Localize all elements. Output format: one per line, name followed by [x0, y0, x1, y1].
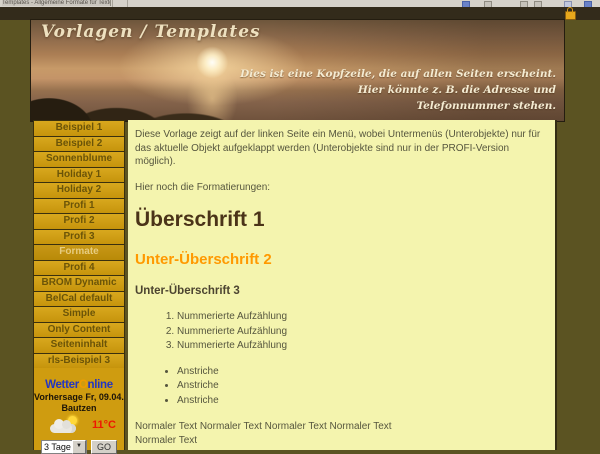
heading-3: Unter-Überschrift 3 [135, 285, 545, 297]
heading-1: Überschrift 1 [135, 208, 545, 232]
forecast-date-label: Vorhersage Fr, 09.04. [34, 392, 124, 402]
forecast-range-select[interactable]: 3 Tage ▼ [41, 440, 87, 454]
dune-grass-silhouette [31, 73, 231, 121]
sidebar-item-beispiel-2[interactable]: Beispiel 2 [34, 137, 124, 153]
sidebar-menu: Beispiel 1 Beispiel 2 Sonnenblume Holida… [33, 120, 125, 369]
cloud-icon [50, 424, 76, 433]
toolbar-divider [127, 0, 128, 7]
sidebar-item-profi-1[interactable]: Profi 1 [34, 199, 124, 215]
weather-widget: WetterOnline Vorhersage Fr, 09.04. Bautz… [33, 368, 125, 450]
sidebar-item-belcal-default[interactable]: BelCal default [34, 292, 124, 308]
go-button[interactable]: GO [91, 440, 117, 454]
toolbar-divider [112, 0, 113, 7]
normal-text-line-1: Normaler Text Normaler Text Normaler Tex… [135, 420, 545, 434]
logo-letter-o: O [79, 379, 88, 391]
forecast-city-label: Bautzen [34, 403, 124, 413]
weather-condition-row: 11°C [34, 415, 124, 437]
bullet-list-item: Anstriche [177, 394, 545, 409]
logo-text-wetter: Wetter [45, 379, 79, 391]
numbered-list-item: Nummerierte Aufzählung [177, 325, 545, 340]
header-tagline: Dies ist eine Kopfzeile, die auf allen S… [240, 67, 556, 114]
page-title: Vorlagen / Templates [41, 22, 261, 42]
numbered-list: Nummerierte Aufzählung Nummerierte Aufzä… [161, 310, 545, 354]
tagline-line: Hier könnte z. B. die Adresse und [240, 83, 556, 99]
intro-paragraph: Diese Vorlage zeigt auf der linken Seite… [135, 128, 545, 169]
sidebar-item-beispiel-1[interactable]: Beispiel 1 [34, 121, 124, 137]
bullet-list-item: Anstriche [177, 365, 545, 380]
temperature-value: 11°C [92, 419, 116, 431]
lock-icon[interactable] [565, 11, 576, 20]
numbered-list-item: Nummerierte Aufzählung [177, 310, 545, 325]
numbered-list-item: Nummerierte Aufzählung [177, 339, 545, 354]
bullet-list-item: Anstriche [177, 379, 545, 394]
cloud-sun-icon [50, 417, 80, 433]
sidebar-item-sonnenblume[interactable]: Sonnenblume [34, 152, 124, 168]
logo-text-nline: nline [88, 379, 113, 391]
formats-line: Hier noch die Formatierungen: [135, 181, 545, 195]
forecast-range-value: 3 Tage [42, 442, 72, 452]
header-banner: Vorlagen / Templates Dies ist eine Kopfz… [30, 19, 565, 122]
heading-2: Unter-Überschrift 2 [135, 251, 545, 268]
wetteronline-logo[interactable]: WetterOnline [34, 379, 124, 391]
sidebar-item-profi-3[interactable]: Profi 3 [34, 230, 124, 246]
main-content: Diese Vorlage zeigt auf der linken Seite… [128, 120, 557, 450]
normal-text-line-2: Normaler Text [135, 434, 545, 448]
bullet-list: Anstriche Anstriche Anstriche [161, 365, 545, 409]
tagline-line: Dies ist eine Kopfzeile, die auf allen S… [240, 67, 556, 83]
sidebar-item-formate[interactable]: Formate [34, 245, 124, 261]
dropdown-arrow-icon[interactable]: ▼ [72, 440, 86, 454]
sidebar-item-profi-4[interactable]: Profi 4 [34, 261, 124, 277]
sidebar-item-simple[interactable]: Simple [34, 307, 124, 323]
browser-window-title: Templates - Allgemeine Formate für Texte… [2, 0, 111, 6]
weather-controls: 3 Tage ▼ GO [34, 440, 124, 454]
sidebar-item-holiday-2[interactable]: Holiday 2 [34, 183, 124, 199]
sidebar-item-profi-2[interactable]: Profi 2 [34, 214, 124, 230]
sidebar-item-seiteninhalt[interactable]: Seiteninhalt [34, 338, 124, 354]
sidebar-item-only-content[interactable]: Only Content [34, 323, 124, 339]
sidebar-item-rls-beispiel-3[interactable]: rls-Beispiel 3 [34, 354, 124, 370]
sidebar-item-brom-dynamic[interactable]: BROM Dynamic [34, 276, 124, 292]
sidebar-item-holiday-1[interactable]: Holiday 1 [34, 168, 124, 184]
tagline-line: Telefonnummer stehen. [240, 99, 556, 115]
